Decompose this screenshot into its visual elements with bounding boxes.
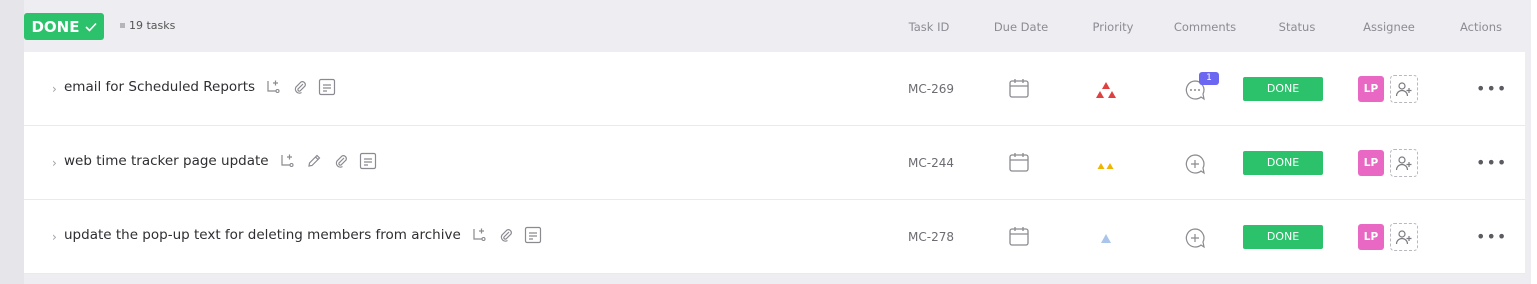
column-header-actions: Actions <box>1459 20 1502 34</box>
calendar-icon[interactable] <box>1008 77 1030 99</box>
task-title-wrap: web time tracker page update <box>64 152 377 170</box>
add-assignee-button[interactable] <box>1390 75 1418 103</box>
task-title[interactable]: web time tracker page update <box>64 153 269 169</box>
column-header-comments[interactable]: Comments <box>1160 20 1250 34</box>
task-rows: › email for Scheduled Reports MC-269 1 D… <box>24 52 1525 274</box>
column-header-due-date[interactable]: Due Date <box>976 20 1066 34</box>
attachment-icon[interactable] <box>497 226 515 244</box>
status-badge[interactable]: DONE <box>1243 225 1323 249</box>
more-actions-icon[interactable]: ••• <box>1476 154 1506 172</box>
priority-urgent-icon[interactable] <box>1088 80 1124 100</box>
description-icon[interactable] <box>318 78 336 96</box>
add-user-icon <box>1395 82 1412 97</box>
task-count-label: 19 tasks <box>129 19 176 32</box>
attachment-icon[interactable] <box>291 78 309 96</box>
more-actions-icon[interactable]: ••• <box>1476 80 1506 98</box>
table-row[interactable]: › web time tracker page update MC-244 DO… <box>24 126 1525 200</box>
task-title-wrap: email for Scheduled Reports <box>64 78 336 96</box>
task-id: MC-278 <box>908 230 954 244</box>
column-header-assignee[interactable]: Assignee <box>1344 20 1434 34</box>
calendar-icon[interactable] <box>1008 151 1030 173</box>
table-row[interactable]: › email for Scheduled Reports MC-269 1 D… <box>24 52 1525 126</box>
description-icon[interactable] <box>359 152 377 170</box>
subtask-icon[interactable] <box>470 226 488 244</box>
task-id: MC-244 <box>908 156 954 170</box>
task-title[interactable]: update the pop-up text for deleting memb… <box>64 227 461 243</box>
task-count: 19 tasks <box>120 19 175 32</box>
priority-high-icon[interactable] <box>1088 154 1124 174</box>
group-status-label: DONE <box>31 17 80 36</box>
add-assignee-button[interactable] <box>1390 149 1418 177</box>
checkmark-icon <box>84 22 97 32</box>
avatar[interactable]: LP <box>1358 224 1384 250</box>
subtask-icon[interactable] <box>278 152 296 170</box>
add-assignee-button[interactable] <box>1390 223 1418 251</box>
add-user-icon <box>1395 156 1412 171</box>
comment-count-badge: 1 <box>1199 72 1219 85</box>
add-comment-icon[interactable] <box>1184 227 1206 249</box>
status-badge[interactable]: DONE <box>1243 77 1323 101</box>
task-title-wrap: update the pop-up text for deleting memb… <box>64 226 542 244</box>
avatar[interactable]: LP <box>1358 76 1384 102</box>
priority-low-icon[interactable] <box>1088 228 1124 248</box>
task-id: MC-269 <box>908 82 954 96</box>
chevron-right-icon[interactable]: › <box>52 230 57 244</box>
chevron-right-icon[interactable]: › <box>52 82 57 96</box>
group-header: DONE 19 tasks Task ID Due Date Priority … <box>0 0 1531 52</box>
status-badge[interactable]: DONE <box>1243 151 1323 175</box>
description-icon[interactable] <box>524 226 542 244</box>
edit-icon[interactable] <box>305 152 323 170</box>
bullet-icon <box>120 23 125 28</box>
more-actions-icon[interactable]: ••• <box>1476 228 1506 246</box>
table-row[interactable]: › update the pop-up text for deleting me… <box>24 200 1525 274</box>
calendar-icon[interactable] <box>1008 225 1030 247</box>
avatar[interactable]: LP <box>1358 150 1384 176</box>
chevron-right-icon[interactable]: › <box>52 156 57 170</box>
task-title[interactable]: email for Scheduled Reports <box>64 79 255 95</box>
group-status-pill[interactable]: DONE <box>24 13 104 40</box>
attachment-icon[interactable] <box>332 152 350 170</box>
add-user-icon <box>1395 230 1412 245</box>
subtask-icon[interactable] <box>264 78 282 96</box>
column-header-priority[interactable]: Priority <box>1068 20 1158 34</box>
column-header-task-id[interactable]: Task ID <box>884 20 974 34</box>
column-header-status[interactable]: Status <box>1252 20 1342 34</box>
scrollbar-track[interactable] <box>1531 0 1537 284</box>
task-list-page: DONE 19 tasks Task ID Due Date Priority … <box>0 0 1537 284</box>
add-comment-icon[interactable] <box>1184 153 1206 175</box>
